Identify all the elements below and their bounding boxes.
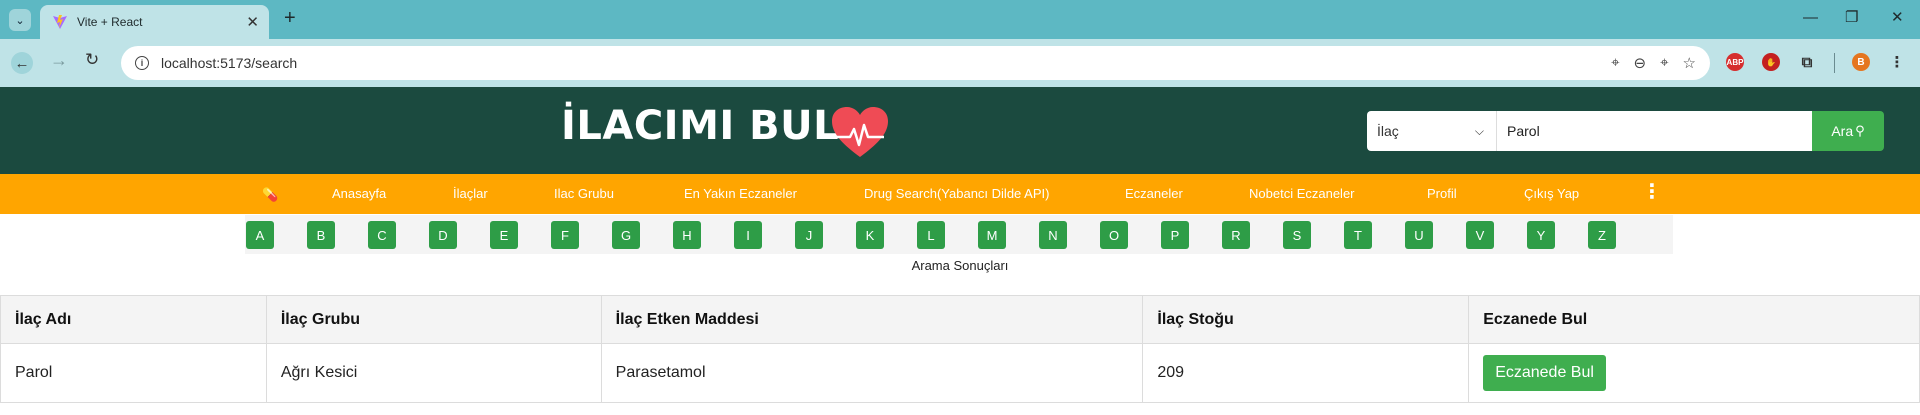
extensions-icon[interactable]: ⧉ [1798,53,1816,71]
tab-close-icon[interactable]: ✕ [246,15,259,30]
letter-button[interactable]: J [795,221,823,249]
reload-icon[interactable]: ↻ [85,51,99,68]
site-header: İLACIMI BUL İlaç ⌵ Parol Ara ⚲ [0,87,1920,174]
zoom-icon[interactable]: ⊖ [1634,54,1647,72]
letter-button[interactable]: I [734,221,762,249]
location-pin-icon[interactable]: ⌖ [1660,54,1668,72]
browser-tab[interactable]: Vite + React ✕ [40,5,269,39]
brand-title[interactable]: İLACIMI BUL [561,103,839,149]
letter-button[interactable]: A [246,221,274,249]
back-icon[interactable]: ← [11,52,33,74]
column-header: İlaç Etken Maddesi [600,295,1144,344]
nav-item-profil[interactable]: Profil [1427,186,1457,201]
tab-search-icon[interactable]: ⌄ [9,9,31,31]
letter-button[interactable]: P [1161,221,1189,249]
heart-pulse-icon [832,107,888,157]
search-icon: ⚲ [1855,123,1865,138]
search-button[interactable]: Ara ⚲ [1812,111,1884,151]
minimize-icon[interactable]: — [1803,10,1818,25]
results-title: Arama Sonuçları [911,258,1009,273]
forward-icon[interactable]: → [50,51,68,69]
location-icon[interactable]: ⌖ [1611,54,1619,72]
new-tab-icon[interactable]: + [284,8,296,28]
nav-item-ilac-grubu[interactable]: Ilac Grubu [554,186,614,201]
address-bar[interactable]: i localhost:5173/search ⌖ ⊖ ⌖ ☆ [121,46,1710,80]
letter-button[interactable]: E [490,221,518,249]
search-category-value: İlaç [1377,123,1399,139]
letter-button[interactable]: L [917,221,945,249]
letter-button[interactable]: G [612,221,640,249]
letter-button[interactable]: H [673,221,701,249]
nav-item-cikis-yap[interactable]: Çıkış Yap [1524,186,1579,201]
cell-stock: 209 [1142,343,1470,403]
search-category-select[interactable]: İlaç ⌵ [1367,111,1497,151]
letter-button[interactable]: Z [1588,221,1616,249]
cell-action: Eczanede Bul [1468,343,1920,403]
letter-button[interactable]: T [1344,221,1372,249]
nav-item-drug-search[interactable]: Drug Search(Yabancı Dilde API) [864,186,1049,201]
search-form: İlaç ⌵ Parol Ara ⚲ [1367,111,1884,151]
close-window-icon[interactable]: ✕ [1891,10,1904,25]
profile-avatar[interactable]: B [1852,53,1870,71]
site-info-icon[interactable]: i [135,56,149,70]
bookmark-star-icon[interactable]: ☆ [1683,54,1696,72]
letter-button[interactable]: B [307,221,335,249]
letter-button[interactable]: S [1283,221,1311,249]
vite-logo-icon [53,15,67,29]
column-header: İlaç Stoğu [1142,295,1470,344]
nav-item-en-yakin-eczaneler[interactable]: En Yakın Eczaneler [684,186,797,201]
letter-button[interactable]: N [1039,221,1067,249]
letter-button[interactable]: K [856,221,884,249]
nav-item-nobetci-eczaneler[interactable]: Nobetci Eczaneler [1249,186,1355,201]
letter-button[interactable]: C [368,221,396,249]
cell-drug-group: Ağrı Kesici [265,343,602,403]
browser-menu-icon[interactable]: ⋮ [1888,53,1906,71]
nav-item-anasayfa[interactable]: Anasayfa [332,186,386,201]
letter-button[interactable]: Y [1527,221,1555,249]
browser-tabbar: ⌄ Vite + React ✕ + — ❐ ✕ [0,0,1920,39]
table-row: Parol Ağrı Kesici Parasetamol 209 Eczane… [0,343,1920,403]
letter-button[interactable]: D [429,221,457,249]
browser-toolbar: ← → ↻ i localhost:5173/search ⌖ ⊖ ⌖ ☆ AB… [0,39,1920,87]
letter-button[interactable]: V [1466,221,1494,249]
toolbar-separator [1834,53,1835,73]
nav-item-ilaclar[interactable]: İlaçlar [453,186,488,201]
nav-item-eczaneler[interactable]: Eczaneler [1125,186,1183,201]
results-table: İlaç Adı İlaç Grubu İlaç Etken Maddesi İ… [0,295,1920,403]
address-url: localhost:5173/search [161,55,298,71]
restore-icon[interactable]: ❐ [1845,10,1858,25]
adblock-icon[interactable]: ABP [1726,53,1744,71]
hand-extension-icon[interactable]: ✋ [1762,53,1780,71]
chevron-down-icon: ⌵ [1474,123,1484,138]
letter-filter-bar: A B C D E F G H I J K L M N O P R S T U … [245,215,1673,254]
letter-button[interactable]: R [1222,221,1250,249]
cell-active-ingredient: Parasetamol [600,343,1144,403]
letter-button[interactable]: U [1405,221,1433,249]
column-header: İlaç Grubu [265,295,602,344]
cell-drug-name: Parol [0,343,267,403]
find-in-pharmacy-button[interactable]: Eczanede Bul [1483,355,1606,391]
search-input[interactable]: Parol [1497,111,1812,151]
column-header: Eczanede Bul [1468,295,1920,344]
column-header: İlaç Adı [0,295,267,344]
more-vertical-icon[interactable]: ⋮ [1642,182,1662,202]
letter-button[interactable]: M [978,221,1006,249]
table-header-row: İlaç Adı İlaç Grubu İlaç Etken Maddesi İ… [0,295,1920,344]
pill-icon[interactable]: 💊 [262,187,278,203]
tab-title: Vite + React [77,15,143,29]
search-button-label: Ara [1831,123,1854,139]
letter-button[interactable]: O [1100,221,1128,249]
main-nav: 💊 Anasayfa İlaçlar Ilac Grubu En Yakın E… [0,174,1920,214]
letter-button[interactable]: F [551,221,579,249]
